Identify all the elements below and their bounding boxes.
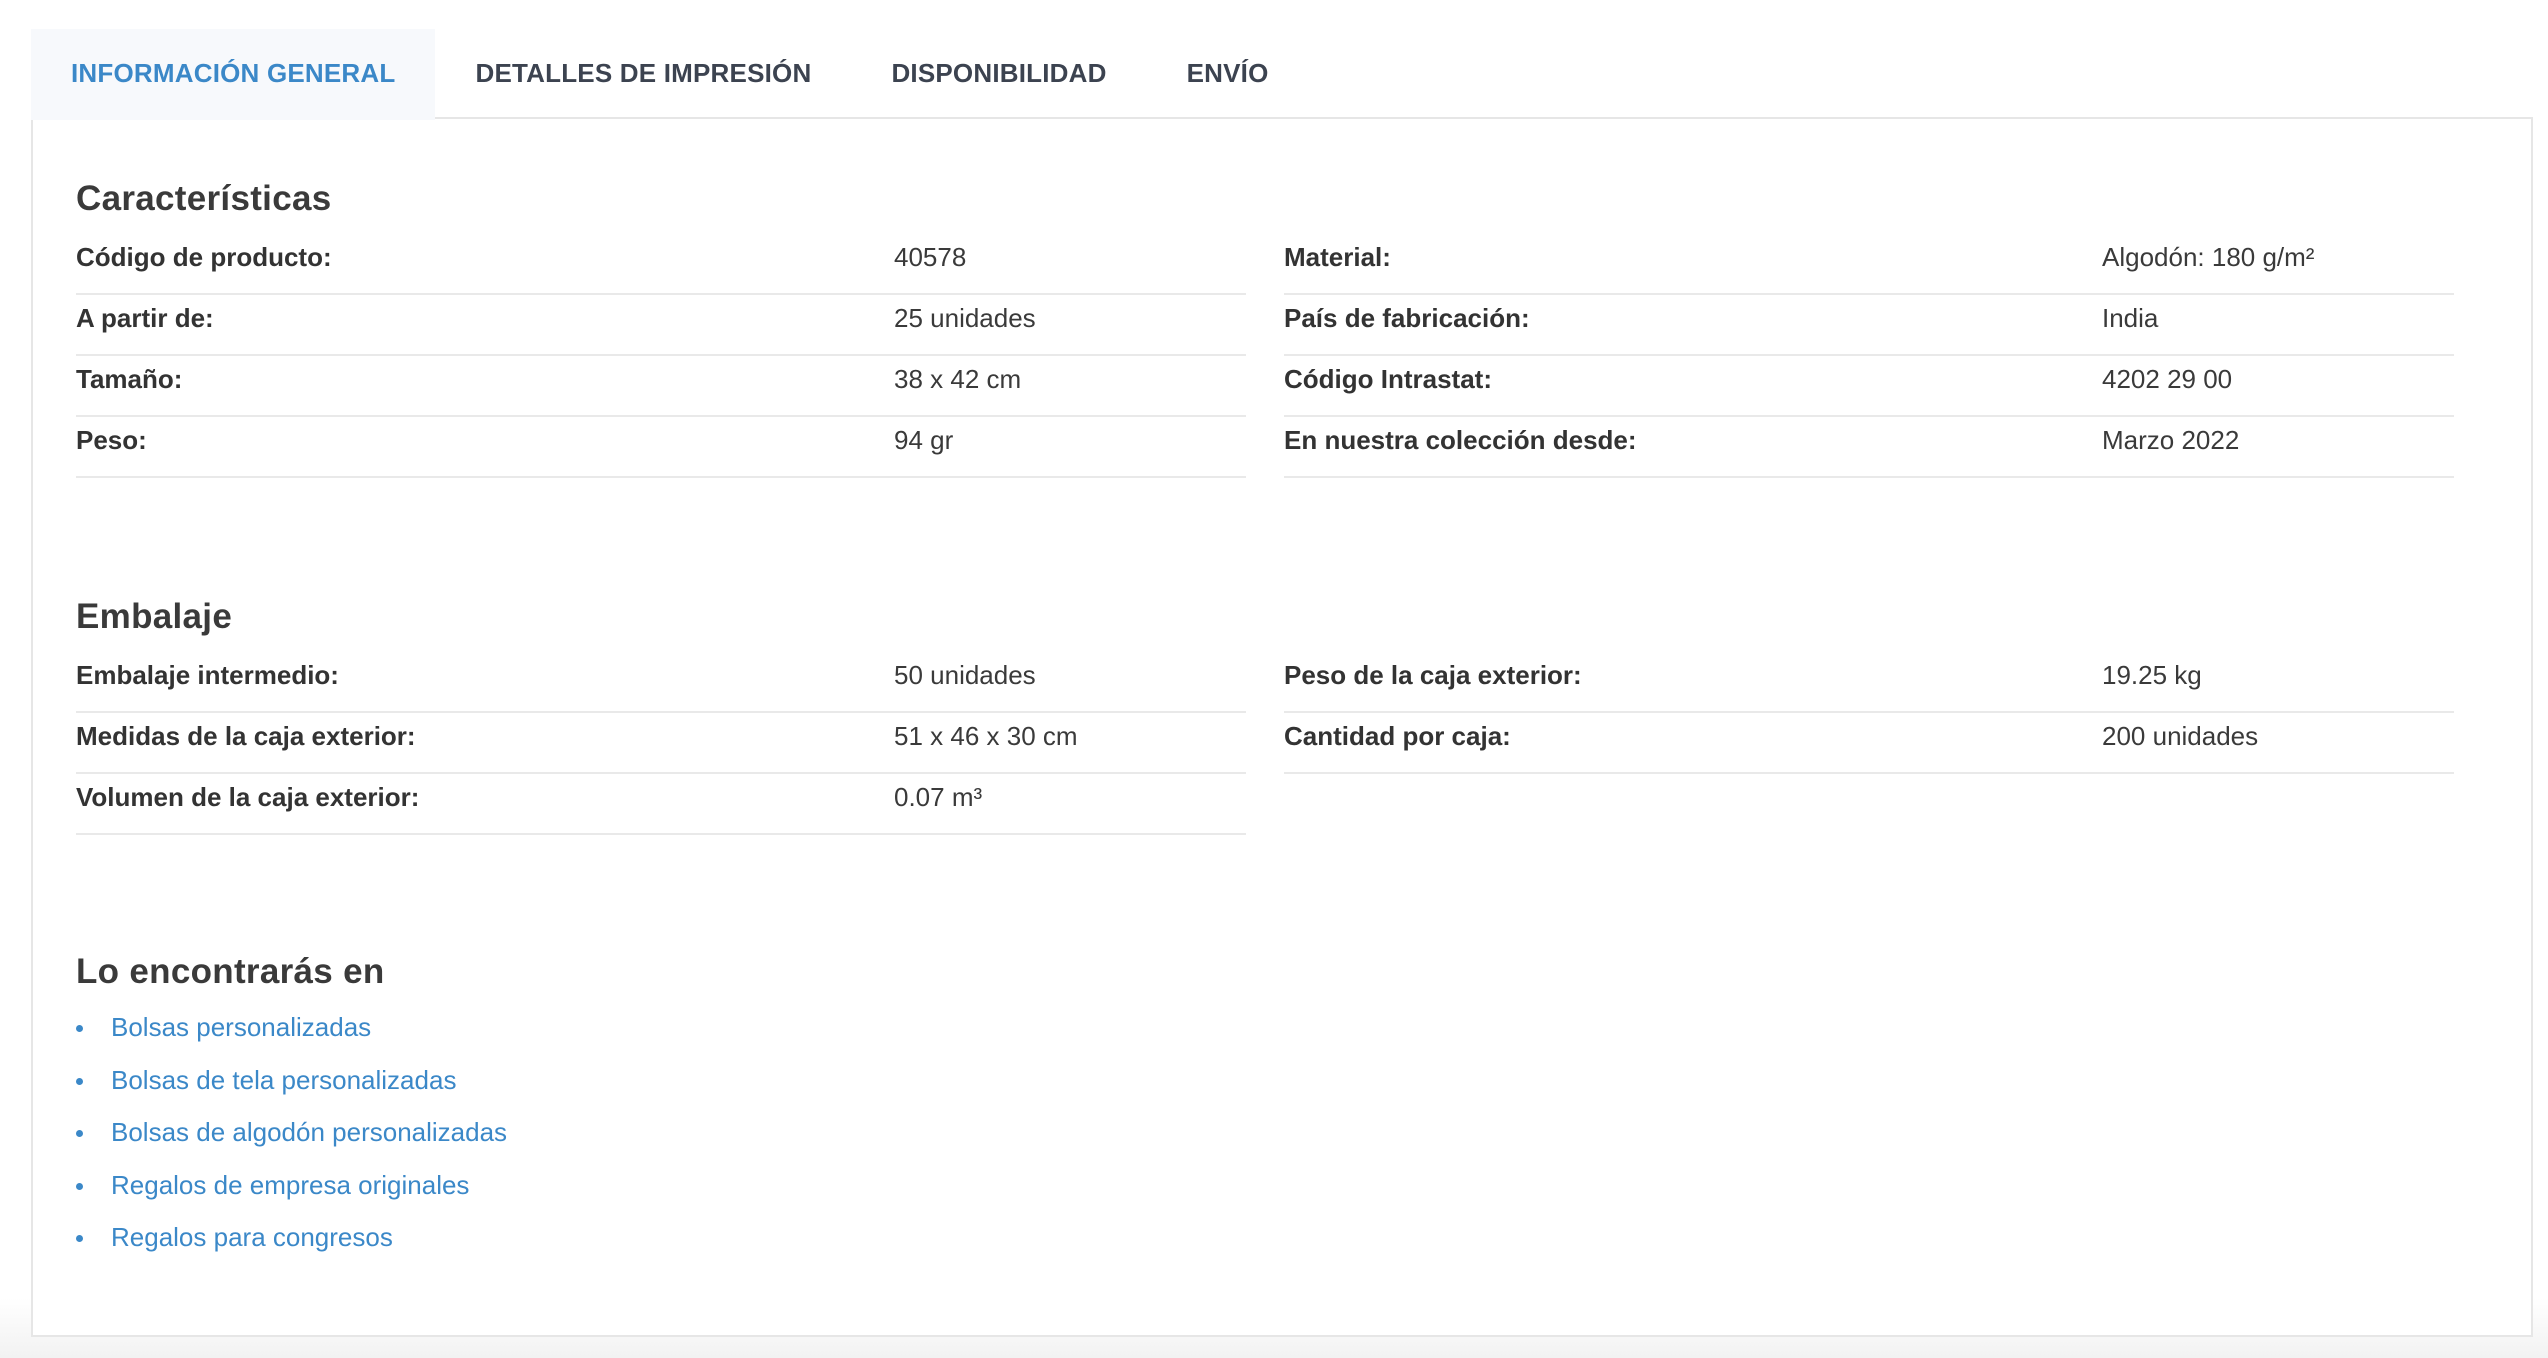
spec-row: Embalaje intermedio: 50 unidades [76,652,1246,713]
spec-value: 25 unidades [894,303,1036,333]
spec-value: 40578 [894,242,967,272]
spec-value: 94 gr [894,425,954,455]
tab-envio[interactable]: ENVÍO [1147,29,1309,119]
spec-value: 50 unidades [894,660,1036,690]
spec-row: Peso: 94 gr [76,417,1246,478]
spec-label: Tamaño: [76,364,183,394]
category-link[interactable]: Bolsas de tela personalizadas [111,1065,456,1095]
bullet-icon [76,1025,83,1032]
list-item: Bolsas personalizadas [76,1012,507,1065]
spec-label: Volumen de la caja exterior: [76,782,420,812]
bullet-icon [76,1182,83,1190]
embalaje-left-column: Embalaje intermedio: 50 unidades Medidas… [76,652,1246,835]
bullet-icon [76,1130,83,1137]
embalaje-right-column: Peso de la caja exterior: 19.25 kg Canti… [1284,652,2454,774]
spec-label: En nuestra colección desde: [1284,425,1637,455]
spec-label: Peso de la caja exterior: [1284,660,1582,690]
spec-label: A partir de: [76,303,214,333]
spec-value: India [2102,303,2159,333]
spec-row: Tamaño: 38 x 42 cm [76,356,1246,417]
category-link[interactable]: Regalos para congresos [111,1222,393,1252]
tab-bar: INFORMACIÓN GENERAL DETALLES DE IMPRESIÓ… [31,29,1309,120]
spec-row: Cantidad por caja: 200 unidades [1284,713,2454,774]
list-item: Regalos para congresos [76,1222,507,1275]
spec-value: 4202 29 00 [2102,364,2233,394]
tab-detalles-de-impresion[interactable]: DETALLES DE IMPRESIÓN [435,29,851,119]
spec-value: Marzo 2022 [2102,425,2240,455]
spec-value: 38 x 42 cm [894,364,1022,394]
section-title-embalaje: Embalaje [76,597,233,636]
spec-row: Código Intrastat: 4202 29 00 [1284,356,2454,417]
category-link[interactable]: Bolsas personalizadas [111,1012,371,1042]
spec-label: Material: [1284,242,1391,272]
spec-label: Peso: [76,425,147,455]
spec-row: A partir de: 25 unidades [76,295,1246,356]
spec-row: Material: Algodón: 180 g/m² [1284,234,2454,295]
spec-label: Código de producto: [76,242,332,272]
caracteristicas-left-column: Código de producto: 40578 A partir de: 2… [76,234,1246,478]
category-link[interactable]: Bolsas de algodón personalizadas [111,1117,507,1147]
tab-disponibilidad[interactable]: DISPONIBILIDAD [851,29,1146,119]
product-info-page: INFORMACIÓN GENERAL DETALLES DE IMPRESIÓ… [0,0,2548,1358]
section-title-caracteristicas: Características [76,179,332,218]
spec-label: Embalaje intermedio: [76,660,339,690]
category-link[interactable]: Regalos de empresa originales [111,1170,469,1200]
tab-informacion-general[interactable]: INFORMACIÓN GENERAL [31,29,436,120]
bullet-icon [76,1235,83,1242]
spec-row: Peso de la caja exterior: 19.25 kg [1284,652,2454,713]
spec-row: Medidas de la caja exterior: 51 x 46 x 3… [76,713,1246,774]
section-title-lo-encontraras-en: Lo encontrarás en [76,952,385,991]
spec-label: Medidas de la caja exterior: [76,721,416,751]
spec-label: Cantidad por caja: [1284,721,1511,751]
spec-value: 0.07 m³ [894,782,983,812]
list-item: Bolsas de algodón personalizadas [76,1117,507,1170]
caracteristicas-right-column: Material: Algodón: 180 g/m² País de fabr… [1284,234,2454,478]
list-item: Regalos de empresa originales [76,1170,507,1223]
spec-label: Código Intrastat: [1284,364,1492,394]
category-link-list: Bolsas personalizadas Bolsas de tela per… [76,1012,507,1275]
tab-panel: Características Código de producto: 4057… [31,117,2533,1337]
spec-row: Volumen de la caja exterior: 0.07 m³ [76,774,1246,835]
list-item: Bolsas de tela personalizadas [76,1065,507,1118]
bullet-icon [76,1077,83,1085]
spec-row: En nuestra colección desde: Marzo 2022 [1284,417,2454,478]
spec-value: 200 unidades [2102,721,2259,751]
spec-value: 19.25 kg [2102,660,2202,690]
spec-row: Código de producto: 40578 [76,234,1246,295]
spec-label: País de fabricación: [1284,303,1530,333]
spec-row: País de fabricación: India [1284,295,2454,356]
spec-value: 51 x 46 x 30 cm [894,721,1078,751]
spec-value: Algodón: 180 g/m² [2102,242,2315,272]
